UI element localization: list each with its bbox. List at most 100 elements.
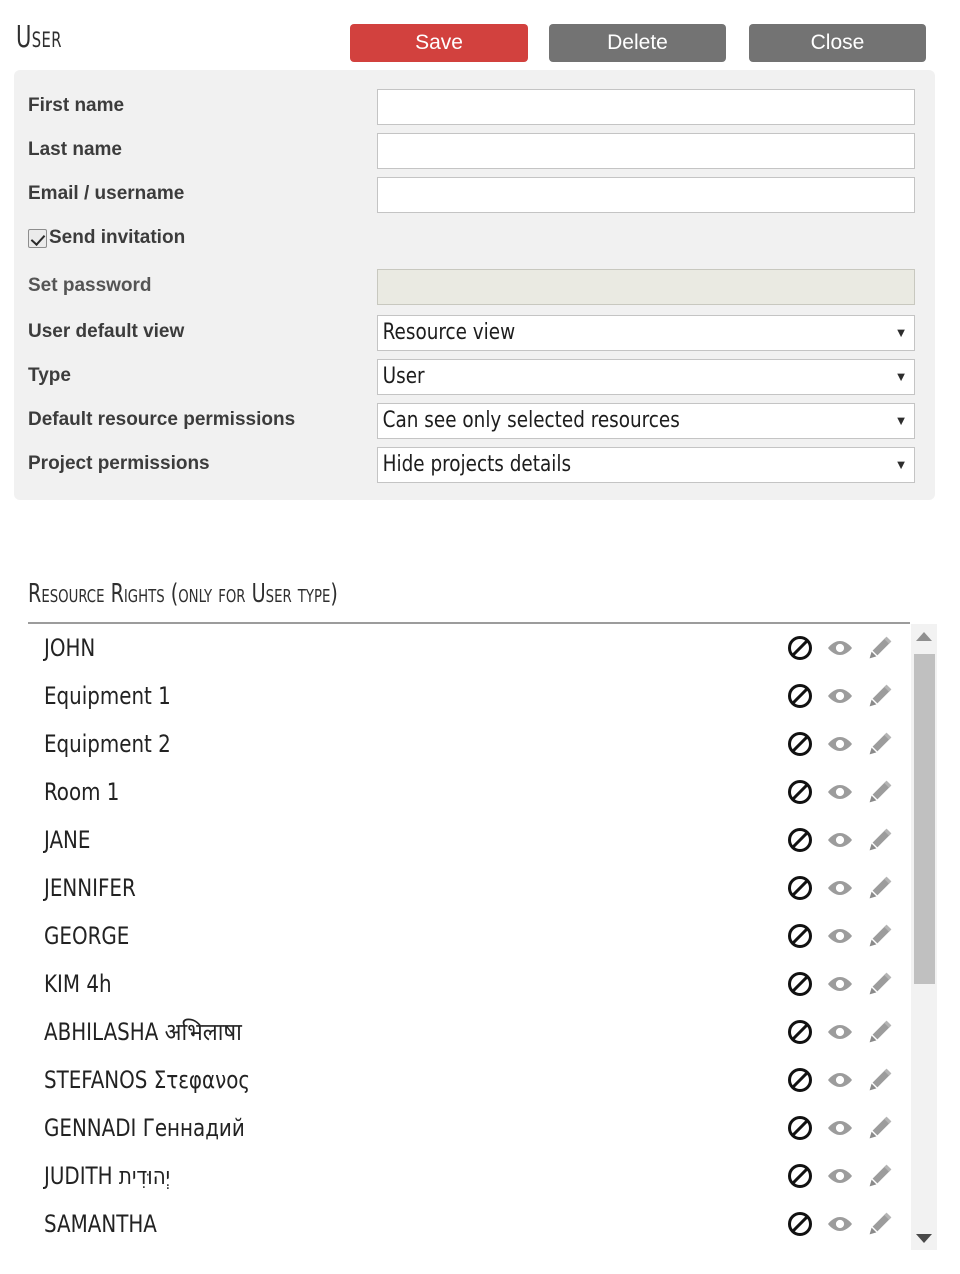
pencil-icon[interactable]	[866, 1210, 894, 1238]
resource-row[interactable]: GEORGE	[28, 912, 910, 960]
resource-row-permission-icons	[786, 912, 894, 960]
pencil-icon[interactable]	[866, 1018, 894, 1046]
default-resource-permissions-value: Can see only selected resources	[378, 404, 852, 438]
pencil-icon[interactable]	[866, 634, 894, 662]
ban-icon[interactable]	[786, 874, 814, 902]
resource-row[interactable]: ABHILASHA अभिलाषा	[28, 1008, 910, 1056]
resource-row[interactable]: STEFANOS Στεφανος	[28, 1056, 910, 1104]
resource-row-label: STEFANOS Στεφανος	[44, 1056, 250, 1104]
user-default-view-label: User default view	[28, 310, 184, 354]
project-permissions-select[interactable]: Hide projects details ▼	[377, 447, 915, 483]
last-name-label: Last name	[28, 128, 122, 172]
pencil-icon[interactable]	[866, 682, 894, 710]
ban-icon[interactable]	[786, 1066, 814, 1094]
scrollbar-thumb[interactable]	[914, 654, 935, 984]
eye-icon[interactable]	[826, 1066, 854, 1094]
resource-rights-scrollbar[interactable]	[911, 624, 937, 1250]
eye-icon[interactable]	[826, 1018, 854, 1046]
resource-row-permission-icons	[786, 1152, 894, 1200]
ban-icon[interactable]	[786, 682, 814, 710]
user-default-view-select[interactable]: Resource view ▼	[377, 315, 915, 351]
resource-rights-heading: Resource Rights (only for User type)	[28, 572, 751, 616]
set-password-label: Set password	[28, 264, 152, 308]
resource-row-label: KIM 4h	[44, 960, 112, 1008]
ban-icon[interactable]	[786, 634, 814, 662]
send-invitation-checkbox[interactable]	[28, 229, 47, 248]
resource-row-permission-icons	[786, 864, 894, 912]
last-name-input[interactable]	[377, 133, 915, 169]
resource-rights-section-header: Resource Rights (only for User type)	[28, 572, 910, 624]
eye-icon[interactable]	[826, 1210, 854, 1238]
chevron-down-icon: ▼	[888, 316, 914, 350]
first-name-input[interactable]	[377, 89, 915, 125]
pencil-icon[interactable]	[866, 1162, 894, 1190]
eye-icon[interactable]	[826, 778, 854, 806]
first-name-label: First name	[28, 84, 124, 128]
pencil-icon[interactable]	[866, 970, 894, 998]
default-resource-permissions-select[interactable]: Can see only selected resources ▼	[377, 403, 915, 439]
resource-row-permission-icons	[786, 672, 894, 720]
type-select[interactable]: User ▼	[377, 359, 915, 395]
pencil-icon[interactable]	[866, 874, 894, 902]
eye-icon[interactable]	[826, 730, 854, 758]
resource-row[interactable]: JUDITH יְהוּדִית	[28, 1152, 910, 1200]
resource-row-label: Equipment 2	[44, 720, 171, 768]
ban-icon[interactable]	[786, 1210, 814, 1238]
resource-row[interactable]: Equipment 2	[28, 720, 910, 768]
pencil-icon[interactable]	[866, 826, 894, 854]
user-editor-screen: User Save Delete Close First name Last n…	[0, 0, 960, 1274]
ban-icon[interactable]	[786, 1018, 814, 1046]
eye-icon[interactable]	[826, 874, 854, 902]
resource-row[interactable]: GENNADI Геннадий	[28, 1104, 910, 1152]
delete-button[interactable]: Delete	[549, 24, 726, 62]
resource-row-permission-icons	[786, 960, 894, 1008]
ban-icon[interactable]	[786, 730, 814, 758]
header-bar: User Save Delete Close	[0, 0, 960, 68]
eye-icon[interactable]	[826, 682, 854, 710]
email-username-input[interactable]	[377, 177, 915, 213]
close-button[interactable]: Close	[749, 24, 926, 62]
pencil-icon[interactable]	[866, 1066, 894, 1094]
project-permissions-value: Hide projects details	[378, 448, 852, 482]
resource-row[interactable]: SAMANTHA	[28, 1200, 910, 1248]
pencil-icon[interactable]	[866, 730, 894, 758]
ban-icon[interactable]	[786, 778, 814, 806]
resource-row-label: SAMANTHA	[44, 1200, 157, 1248]
pencil-icon[interactable]	[866, 1114, 894, 1142]
pencil-icon[interactable]	[866, 922, 894, 950]
page-title: User	[16, 22, 62, 54]
ban-icon[interactable]	[786, 970, 814, 998]
set-password-row: Set password	[14, 264, 935, 308]
resource-row-permission-icons	[786, 1104, 894, 1152]
eye-icon[interactable]	[826, 634, 854, 662]
last-name-row: Last name	[14, 128, 935, 172]
ban-icon[interactable]	[786, 922, 814, 950]
user-default-view-row: User default view Resource view ▼	[14, 310, 935, 354]
resource-row[interactable]: JOHN	[28, 624, 910, 672]
eye-icon[interactable]	[826, 1162, 854, 1190]
ban-icon[interactable]	[786, 1114, 814, 1142]
resource-row[interactable]: Room 1	[28, 768, 910, 816]
resource-row[interactable]: JENNIFER	[28, 864, 910, 912]
eye-icon[interactable]	[826, 1114, 854, 1142]
user-default-view-value: Resource view	[378, 316, 852, 350]
send-invitation-checkbox-wrap[interactable]: Send invitation	[28, 216, 185, 260]
scroll-up-arrow-icon[interactable]	[911, 624, 937, 648]
scroll-down-arrow-icon[interactable]	[911, 1226, 937, 1250]
resource-row-label: JOHN	[44, 624, 95, 672]
resource-row[interactable]: Equipment 1	[28, 672, 910, 720]
save-button[interactable]: Save	[350, 24, 528, 62]
first-name-row: First name	[14, 84, 935, 128]
eye-icon[interactable]	[826, 922, 854, 950]
ban-icon[interactable]	[786, 1162, 814, 1190]
ban-icon[interactable]	[786, 826, 814, 854]
resource-row[interactable]: JANE	[28, 816, 910, 864]
pencil-icon[interactable]	[866, 778, 894, 806]
resource-row-label: GEORGE	[44, 912, 129, 960]
eye-icon[interactable]	[826, 826, 854, 854]
resource-row-label: ABHILASHA अभिलाषा	[44, 1008, 242, 1056]
resource-rights-list-scroller: JOHNEquipment 1Equipment 2Room 1JANEJENN…	[28, 624, 910, 1248]
resource-row[interactable]: KIM 4h	[28, 960, 910, 1008]
eye-icon[interactable]	[826, 970, 854, 998]
project-permissions-row: Project permissions Hide projects detail…	[14, 442, 935, 486]
